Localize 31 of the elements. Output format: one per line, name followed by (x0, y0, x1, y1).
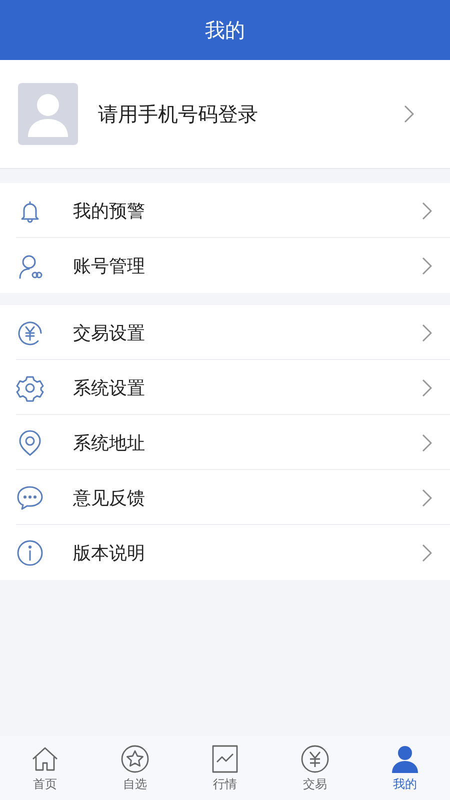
settings-icon (16, 374, 44, 402)
login-prompt: 请用手机号码登录 (98, 100, 259, 128)
person-icon (390, 744, 420, 774)
menu-item[interactable]: 系统地址 (0, 415, 450, 470)
chevron-icon (404, 105, 414, 123)
yen-icon (16, 318, 44, 346)
page-title: 我的 (205, 16, 245, 44)
menu-item[interactable]: 版本说明 (0, 525, 450, 580)
chart-icon (210, 744, 240, 774)
login-row[interactable]: 请用手机号码登录 (0, 60, 450, 169)
menu-item[interactable]: 交易设置 (0, 305, 450, 360)
menu-item[interactable]: 我的预警 (0, 183, 450, 238)
chevron-icon (422, 544, 432, 562)
tab[interactable]: 我的 (360, 736, 450, 800)
menu-item[interactable]: 账号管理 (0, 238, 450, 293)
tab[interactable]: 行情 (180, 736, 270, 800)
chevron-icon (422, 256, 432, 274)
info-icon (16, 538, 44, 566)
menu-item[interactable]: 系统设置 (0, 360, 450, 415)
tab[interactable]: 交易 (270, 736, 360, 800)
tab[interactable]: 自选 (90, 736, 180, 800)
avatar-icon (18, 83, 78, 145)
menu-item[interactable]: 意见反馈 (0, 470, 450, 525)
chevron-icon (422, 434, 432, 452)
tab[interactable]: 首页 (0, 736, 90, 800)
chevron-icon (422, 378, 432, 396)
chevron-icon (422, 324, 432, 342)
chevron-icon (422, 488, 432, 506)
chevron-icon (422, 202, 432, 220)
yen-icon (300, 744, 330, 774)
chat-icon (16, 484, 44, 512)
